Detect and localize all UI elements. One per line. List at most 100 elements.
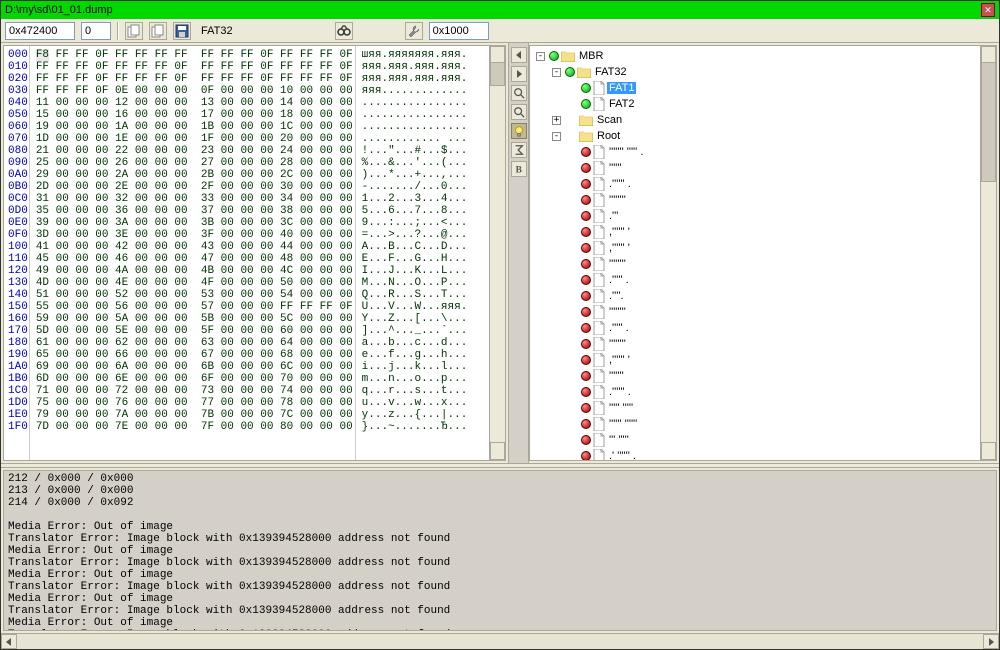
tree-row[interactable]: '''''''' <box>534 304 980 320</box>
file-icon <box>593 177 605 191</box>
tree-row[interactable]: '''''''' <box>534 192 980 208</box>
led-red-icon <box>581 435 591 445</box>
tree-label[interactable]: .'''''' . <box>607 178 633 190</box>
tree-row[interactable]: ,'''''' ' <box>534 240 980 256</box>
search-button[interactable] <box>335 22 353 40</box>
tree-row[interactable]: .''''. <box>534 288 980 304</box>
file-icon <box>593 241 605 255</box>
tree-row[interactable]: '''''''' <box>534 256 980 272</box>
tree-row[interactable]: .'''''' . <box>534 384 980 400</box>
tree-label[interactable]: ''''' ''''' <box>607 402 635 414</box>
splitter[interactable] <box>1 464 999 468</box>
tree-row[interactable]: .''''' . <box>534 320 980 336</box>
expander-icon[interactable]: - <box>552 68 561 77</box>
message-hscroll[interactable] <box>1 633 999 649</box>
tree-row[interactable]: ''''' ''''' <box>534 400 980 416</box>
tree-label[interactable]: FAT1 <box>607 82 636 94</box>
tree-label[interactable]: FAT2 <box>607 98 636 110</box>
tree-label[interactable]: ''''''' <box>607 370 626 382</box>
tree-label[interactable]: .''' <box>607 210 620 222</box>
fs-label: FAT32 <box>201 25 233 37</box>
tree-row[interactable]: - Root <box>534 128 980 144</box>
tree-row[interactable]: '''''''' <box>534 336 980 352</box>
tree-label[interactable]: .''''' . <box>607 322 631 334</box>
scroll-right-icon[interactable] <box>983 634 999 649</box>
tree-row[interactable]: ''''''' <box>534 368 980 384</box>
tree-label[interactable]: Root <box>595 130 622 142</box>
tree-label[interactable]: ''''''' ''''' . <box>607 146 645 158</box>
copy-button[interactable] <box>125 22 143 40</box>
close-button[interactable]: ✕ <box>981 3 995 17</box>
hex-scrollbar[interactable] <box>489 46 505 460</box>
tree-row[interactable]: ''' ''''' <box>534 432 980 448</box>
tree-label[interactable]: ''' ''''' <box>607 434 631 446</box>
hex-bytes[interactable]: F8 FF FF 0F FF FF FF FF FF FF FF 0F FF F… <box>30 46 356 460</box>
expander-icon[interactable]: - <box>536 52 545 61</box>
nav-right-icon[interactable] <box>511 66 527 82</box>
tree-row[interactable]: .' '''''' . <box>534 448 980 460</box>
tree-label[interactable]: .''''. <box>607 290 626 302</box>
tree-row[interactable]: - MBR <box>534 48 980 64</box>
zoom-out-icon[interactable] <box>511 104 527 120</box>
tree-label[interactable]: FAT32 <box>593 66 629 78</box>
tree-scrollbar[interactable] <box>980 46 996 460</box>
tree-label[interactable]: ,'''''' ' <box>607 226 632 238</box>
led-red-icon <box>581 291 591 301</box>
tree-label[interactable]: '''''''' <box>607 338 628 350</box>
tree-row[interactable]: ''''''' ''''' . <box>534 144 980 160</box>
save-button[interactable] <box>173 22 191 40</box>
tree-row[interactable]: '''''' '''''' <box>534 416 980 432</box>
tree-row[interactable]: ,'''''' ' <box>534 224 980 240</box>
title-bar: D:\my\sd\01_01.dump ✕ <box>1 1 999 19</box>
tree-label[interactable]: ,'''''' ' <box>607 354 632 366</box>
hex-ascii[interactable]: шяя.яяяяяяя.яяя. яяя.яяя.яяя.яяя. яяя.яя… <box>356 46 489 460</box>
scroll-left-icon[interactable] <box>1 634 17 649</box>
expander-icon[interactable]: + <box>552 116 561 125</box>
tools-button[interactable] <box>405 22 423 40</box>
folder-icon <box>577 66 591 78</box>
tree-label[interactable]: '''''' <box>607 162 624 174</box>
tree-label[interactable]: .''''' . <box>607 274 631 286</box>
led-red-icon <box>581 147 591 157</box>
copy2-button[interactable] <box>149 22 167 40</box>
file-icon <box>593 337 605 351</box>
file-icon <box>593 433 605 447</box>
tree-row[interactable]: .'''''' . <box>534 176 980 192</box>
tree-label[interactable]: MBR <box>577 50 605 62</box>
bold-icon[interactable] <box>511 161 527 177</box>
file-icon <box>593 225 605 239</box>
tree-label[interactable]: '''''''' <box>607 258 628 270</box>
tree-label[interactable]: '''''' '''''' <box>607 418 639 430</box>
tree-row[interactable]: - FAT32 <box>534 64 980 80</box>
tree-row[interactable]: '''''' <box>534 160 980 176</box>
tree-row[interactable]: ,'''''' ' <box>534 352 980 368</box>
file-icon <box>593 385 605 399</box>
tree-label[interactable]: Scan <box>595 114 624 126</box>
tree-label[interactable]: '''''''' <box>607 306 628 318</box>
tree-label[interactable]: .'''''' . <box>607 386 633 398</box>
led-red-icon <box>581 275 591 285</box>
selector-input[interactable] <box>81 22 111 40</box>
led-green-icon <box>581 99 591 109</box>
tree-label[interactable]: ,'''''' ' <box>607 242 632 254</box>
expander-icon[interactable]: - <box>552 132 561 141</box>
tree-row[interactable]: .''' <box>534 208 980 224</box>
tree-row[interactable]: + Scan <box>534 112 980 128</box>
led-red-icon <box>581 179 591 189</box>
nav-left-icon[interactable] <box>511 47 527 63</box>
tree-row[interactable]: FAT1 <box>534 80 980 96</box>
sum-icon[interactable] <box>511 142 527 158</box>
address-input[interactable] <box>5 22 75 40</box>
tree-row[interactable]: .''''' . <box>534 272 980 288</box>
tree-label[interactable]: .' '''''' . <box>607 450 638 460</box>
tree-label[interactable]: '''''''' <box>607 194 628 206</box>
file-icon <box>593 321 605 335</box>
tree-row[interactable]: FAT2 <box>534 96 980 112</box>
file-icon <box>593 209 605 223</box>
file-icon <box>593 289 605 303</box>
file-icon <box>593 81 605 95</box>
file-icon <box>593 305 605 319</box>
step-input[interactable] <box>429 22 489 40</box>
hint-icon[interactable] <box>511 123 527 139</box>
zoom-in-icon[interactable] <box>511 85 527 101</box>
